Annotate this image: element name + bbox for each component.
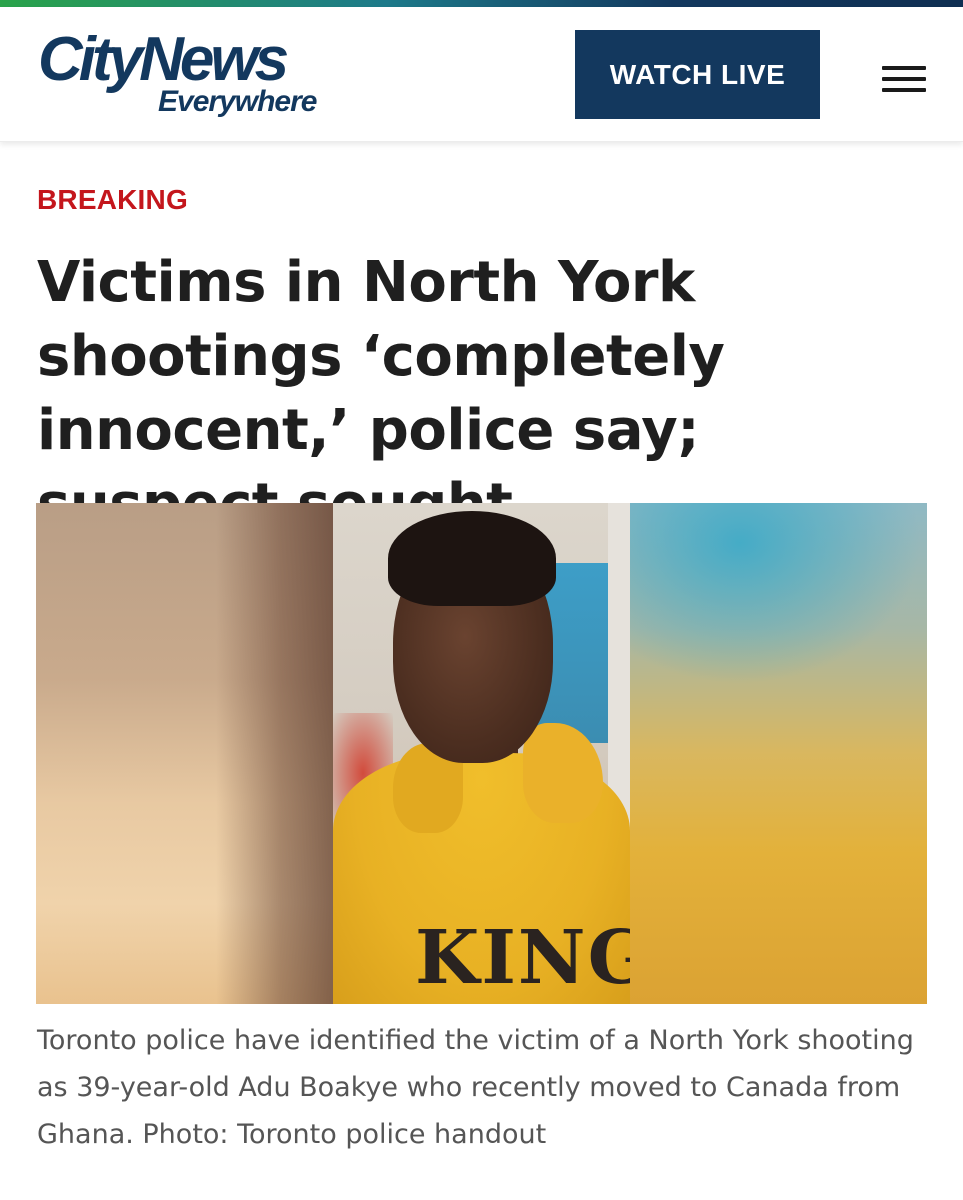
top-accent-stripe: [0, 0, 963, 7]
article-photo: KING: [36, 503, 927, 1004]
menu-bar-top: [882, 66, 926, 70]
photo-caption: Toronto police have identified the victi…: [37, 1025, 914, 1150]
breaking-kicker: BREAKING: [37, 184, 188, 215]
menu-bar-middle: [882, 77, 926, 81]
site-header: CityNews Everywhere WATCH LIVE: [0, 7, 963, 142]
hoodie-print-text: KING: [415, 915, 630, 1001]
article-headline: Victims in North York shootings ‘complet…: [37, 250, 725, 537]
photo-blurred-right-panel: [630, 503, 927, 1004]
photo-blurred-left-panel: [36, 503, 333, 1004]
photo-portrait-panel: KING: [333, 503, 630, 1004]
citynews-logo[interactable]: CityNews Everywhere: [38, 25, 378, 125]
watch-live-button[interactable]: WATCH LIVE: [575, 30, 820, 119]
logo-tagline: Everywhere: [158, 85, 317, 118]
person-hair: [388, 511, 556, 606]
menu-bar-bottom: [882, 88, 926, 92]
hamburger-menu-icon[interactable]: [880, 62, 928, 96]
